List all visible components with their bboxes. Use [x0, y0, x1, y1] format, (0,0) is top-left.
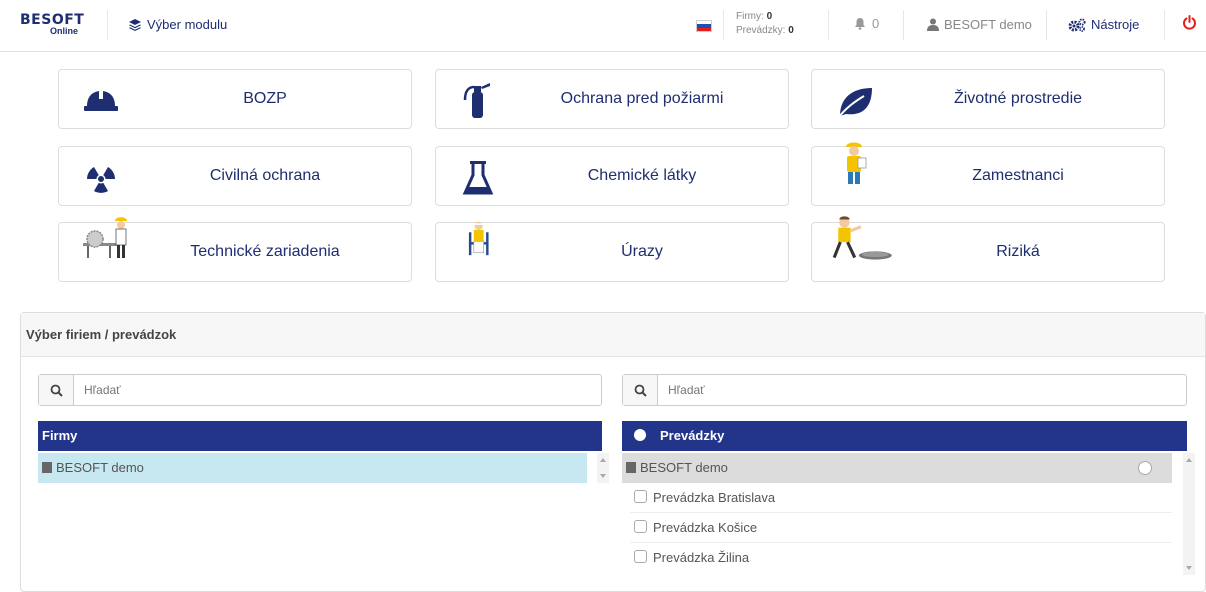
tile-chemicke-latky[interactable]: Chemické látky: [435, 146, 789, 206]
row-checkbox[interactable]: [634, 490, 647, 503]
notifications-button[interactable]: 0: [854, 16, 879, 31]
firma-name: BESOFT demo: [56, 460, 144, 475]
firmy-scrollbar[interactable]: [597, 453, 609, 483]
table-row[interactable]: BESOFT demo: [38, 453, 587, 483]
search-icon: [50, 384, 63, 397]
flask-icon: [462, 161, 494, 195]
injured-person-icon: [468, 221, 489, 256]
user-icon: [927, 18, 939, 31]
tile-label: Úrazy: [621, 243, 663, 260]
divider: [1164, 10, 1165, 40]
leaf-icon: [837, 88, 872, 119]
besoft-logo[interactable]: BESOFT Online: [20, 12, 90, 40]
divider: [903, 10, 904, 40]
search-button[interactable]: [623, 375, 658, 405]
logout-button[interactable]: [1182, 15, 1197, 34]
building-icon: [626, 462, 636, 473]
fire-extinguisher-icon: [463, 83, 490, 118]
search-icon: [634, 384, 647, 397]
firmy-search[interactable]: [38, 374, 602, 406]
tile-label: BOZP: [243, 90, 287, 107]
select-all-checkbox[interactable]: [634, 429, 646, 441]
prevadzky-search[interactable]: [622, 374, 1187, 406]
prevadzky-search-input[interactable]: [658, 375, 1186, 405]
tile-label: Životné prostredie: [953, 90, 1083, 107]
prevadzka-name: Prevádzka Košice: [653, 520, 758, 535]
tools-menu-button[interactable]: Nástroje: [1068, 17, 1139, 32]
group-checkbox[interactable]: [1138, 461, 1152, 475]
module-select-button[interactable]: Výber modulu: [128, 17, 227, 32]
prevadzky-scrollbar[interactable]: [1183, 453, 1195, 575]
tile-label: Chemické látky: [587, 167, 697, 184]
firmy-count-value: 0: [766, 11, 773, 22]
tile-ochrana-pred-poziarmi[interactable]: Ochrana pred požiarmi: [435, 69, 789, 129]
table-row[interactable]: Prevádzka Žilina: [630, 543, 1172, 573]
divider: [1046, 10, 1047, 40]
table-row[interactable]: Prevádzka Košice: [630, 513, 1172, 543]
prevadzky-table-header: Prevádzky: [622, 421, 1187, 451]
radiation-icon: [87, 167, 115, 193]
table-row[interactable]: Prevádzka Bratislava: [630, 483, 1172, 513]
firmy-search-input[interactable]: [74, 375, 601, 405]
tile-technicke-zariadenia[interactable]: Technické zariadenia: [58, 217, 412, 282]
group-row[interactable]: BESOFT demo: [622, 453, 1172, 483]
prevadzky-header-label: Prevádzky: [660, 428, 725, 443]
building-icon: [42, 462, 52, 473]
selection-counts: Firmy: 0 Prevádzky: 0: [736, 10, 794, 38]
notification-count: 0: [872, 16, 880, 31]
power-icon: [1183, 15, 1196, 30]
tile-rizika[interactable]: Riziká: [811, 216, 1165, 282]
layers-icon: [129, 18, 141, 31]
group-name: BESOFT demo: [640, 460, 728, 475]
firmy-table-header: Firmy: [38, 421, 602, 451]
tile-zamestnanci[interactable]: Zamestnanci: [811, 142, 1165, 206]
divider: [828, 10, 829, 40]
divider: [723, 10, 724, 40]
tile-zivotne-prostredie[interactable]: Životné prostredie: [811, 69, 1165, 129]
bell-icon: [855, 18, 865, 30]
panel-title: Výber firiem / prevádzok: [21, 313, 1205, 357]
tile-civilna-ochrana[interactable]: Civilná ochrana: [58, 146, 412, 206]
worker-icon: [846, 142, 867, 184]
tile-label: Ochrana pred požiarmi: [560, 90, 724, 107]
prevadzky-count-value: 0: [788, 25, 794, 36]
firmy-header-label: Firmy: [42, 428, 78, 443]
tile-bozp[interactable]: BOZP: [58, 69, 412, 129]
module-select-label: Výber modulu: [147, 17, 228, 32]
user-menu[interactable]: BESOFT demo: [927, 17, 1032, 32]
prevadzky-count-label: Prevádzky:: [736, 25, 786, 36]
tile-label: Riziká: [996, 243, 1040, 260]
logo-sub: Online: [50, 26, 79, 36]
prevadzka-name: Prevádzka Bratislava: [653, 490, 776, 505]
tile-label: Technické zariadenia: [190, 243, 340, 260]
row-checkbox[interactable]: [634, 520, 647, 533]
cogs-icon: [1068, 17, 1086, 32]
hardhat-icon: [84, 90, 118, 111]
firmy-count-label: Firmy:: [736, 11, 764, 22]
row-checkbox[interactable]: [634, 550, 647, 563]
tile-label: Civilná ochrana: [209, 167, 321, 184]
prevadzka-name: Prevádzka Žilina: [653, 550, 750, 565]
language-flag-icon[interactable]: [696, 20, 712, 32]
search-button[interactable]: [39, 375, 74, 405]
divider: [107, 10, 108, 40]
user-name: BESOFT demo: [944, 17, 1032, 32]
top-bar: BESOFT Online Výber modulu Firmy: 0 Prev…: [0, 0, 1206, 52]
tile-label: Zamestnanci: [972, 167, 1064, 184]
tile-urazy[interactable]: Úrazy: [435, 221, 789, 282]
tools-label: Nástroje: [1091, 17, 1140, 32]
